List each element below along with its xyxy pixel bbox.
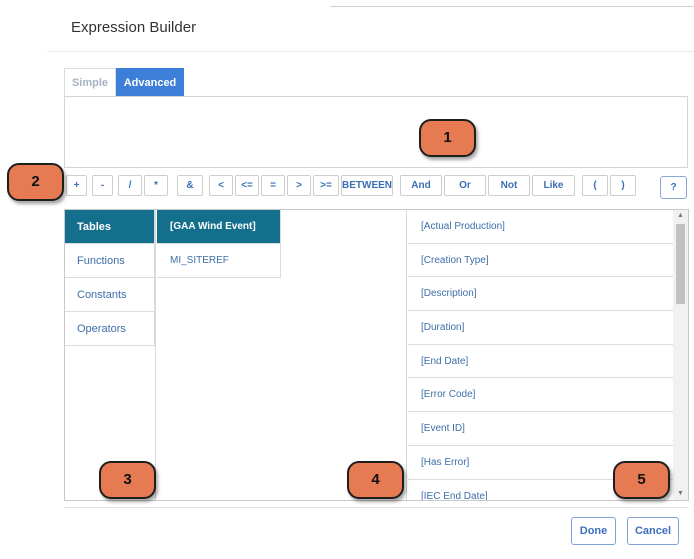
table-list: [GAA Wind Event] MI_SITEREF — [157, 210, 407, 500]
field-list-scrollbar[interactable]: ▲ ▼ — [673, 210, 688, 500]
operator-multiply-button[interactable]: * — [144, 175, 168, 196]
scroll-down-arrow-icon[interactable]: ▼ — [673, 488, 688, 500]
callout-2: 2 — [7, 163, 64, 201]
done-button[interactable]: Done — [571, 517, 616, 545]
operator-minus-button[interactable]: - — [92, 175, 113, 196]
callout-4: 4 — [347, 461, 404, 499]
operator-plus-button[interactable]: + — [66, 175, 87, 196]
operator-concat-button[interactable]: & — [177, 175, 203, 196]
operator-and-button[interactable]: And — [400, 175, 442, 196]
category-functions[interactable]: Functions — [65, 244, 155, 278]
footer-divider — [64, 507, 689, 508]
tab-simple[interactable]: Simple — [64, 68, 116, 96]
callout-5: 5 — [613, 461, 670, 499]
operator-less-equal-button[interactable]: <= — [235, 175, 259, 196]
field-item[interactable]: [End Date] — [408, 345, 673, 379]
operator-divide-button[interactable]: / — [118, 175, 142, 196]
operator-less-button[interactable]: < — [209, 175, 233, 196]
operator-greater-equal-button[interactable]: >= — [313, 175, 339, 196]
category-operators[interactable]: Operators — [65, 312, 155, 346]
top-divider — [330, 6, 694, 7]
operator-not-button[interactable]: Not — [488, 175, 530, 196]
operator-or-button[interactable]: Or — [444, 175, 486, 196]
operator-between-button[interactable]: BETWEEN — [341, 175, 393, 196]
expression-input[interactable] — [64, 96, 688, 168]
scrollbar-thumb[interactable] — [676, 224, 685, 304]
dialog-title: Expression Builder — [71, 19, 197, 36]
operator-equal-button[interactable]: = — [261, 175, 285, 196]
operator-like-button[interactable]: Like — [532, 175, 575, 196]
operator-greater-button[interactable]: > — [287, 175, 311, 196]
callout-1: 1 — [419, 119, 476, 157]
field-item[interactable]: [Error Code] — [408, 378, 673, 413]
category-tables[interactable]: Tables — [65, 210, 155, 244]
tab-advanced[interactable]: Advanced — [116, 68, 184, 96]
table-item-mi-siteref[interactable]: MI_SITEREF — [157, 244, 281, 278]
category-list: Tables Functions Constants Operators — [65, 210, 156, 500]
scroll-up-arrow-icon[interactable]: ▲ — [673, 210, 688, 222]
field-item[interactable]: [Actual Production] — [408, 210, 673, 244]
operator-close-paren-button[interactable]: ) — [610, 175, 636, 196]
category-constants[interactable]: Constants — [65, 278, 155, 312]
table-item-gaa-wind-event[interactable]: [GAA Wind Event] — [157, 210, 281, 244]
field-item[interactable]: [Duration] — [408, 311, 673, 345]
field-item[interactable]: [Description] — [408, 277, 673, 312]
operator-open-paren-button[interactable]: ( — [582, 175, 608, 196]
field-list: [Actual Production] [Creation Type] [Des… — [408, 210, 673, 500]
callout-3: 3 — [99, 461, 156, 499]
field-item[interactable]: [Event ID] — [408, 412, 673, 446]
field-item[interactable]: [Creation Type] — [408, 244, 673, 278]
help-button[interactable]: ? — [660, 176, 687, 199]
cancel-button[interactable]: Cancel — [627, 517, 679, 545]
